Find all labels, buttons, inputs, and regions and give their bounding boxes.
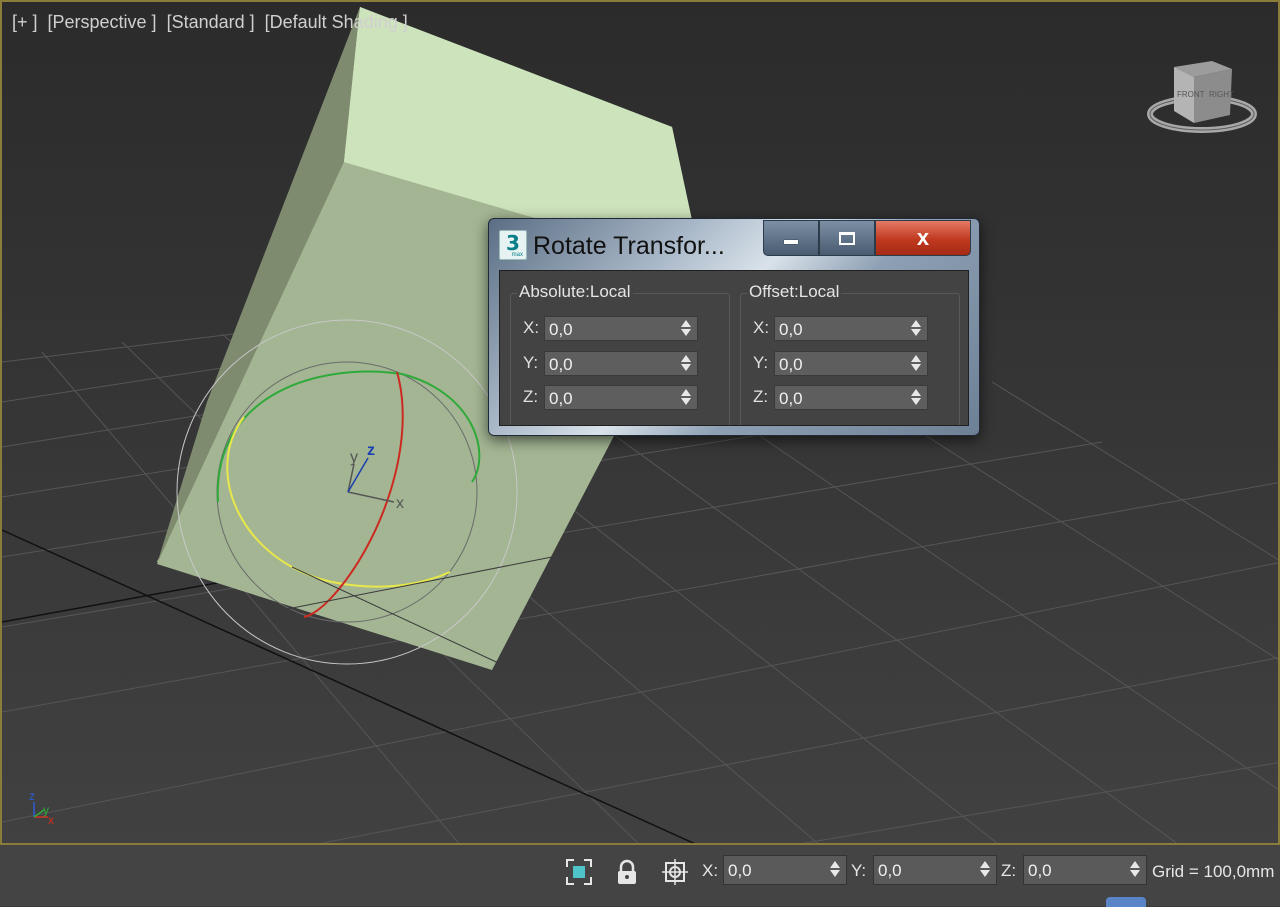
offset-y-spinner[interactable]: 0,0 [774, 351, 928, 376]
absolute-z-value: 0,0 [549, 389, 573, 408]
maximize-icon [839, 231, 855, 245]
viewcube-icon[interactable]: FRONT RIGHT [1142, 57, 1262, 147]
dialog-title: Rotate Transfor... [533, 232, 725, 260]
absolute-y-spinner[interactable]: 0,0 [544, 351, 698, 376]
spinner-arrows-icon[interactable] [830, 861, 840, 879]
absolute-local-group: Absolute:Local X: 0,0 Y: 0,0 Z: 0,0 [510, 282, 730, 425]
absolute-y-label: Y: [523, 353, 539, 372]
world-y-axis-line [2, 581, 223, 623]
grid-size-readout: Grid = 100,0mm [1152, 862, 1275, 881]
viewcube-front-label: FRONT [1177, 90, 1205, 99]
tripod-z-label: z [29, 789, 35, 803]
absolute-z-label: Z: [523, 387, 539, 406]
spinner-arrows-icon[interactable] [911, 389, 921, 407]
status-x-label: X: [702, 861, 719, 880]
minimize-icon [784, 240, 798, 244]
status-y-value: 0,0 [878, 861, 902, 880]
status-y-spinner[interactable]: 0,0 [873, 855, 997, 885]
offset-local-title: Offset:Local [747, 282, 842, 302]
minimize-button[interactable] [763, 220, 819, 256]
offset-y-value: 0,0 [779, 355, 803, 374]
offset-z-value: 0,0 [779, 389, 803, 408]
status-z-value: 0,0 [1028, 861, 1052, 880]
gizmo-z-label: z [367, 442, 375, 459]
gizmo-y-label: y [350, 449, 358, 466]
status-y-label: Y: [851, 861, 867, 880]
spinner-arrows-icon[interactable] [911, 355, 921, 373]
tripod-x-label: x [48, 813, 54, 827]
offset-x-value: 0,0 [779, 320, 803, 339]
spinner-arrows-icon[interactable] [1130, 861, 1140, 879]
spinner-arrows-icon[interactable] [911, 320, 921, 338]
selection-frame-icon[interactable] [565, 858, 593, 886]
status-z-spinner[interactable]: 0,0 [1023, 855, 1147, 885]
status-x-spinner[interactable]: 0,0 [723, 855, 847, 885]
offset-local-group: Offset:Local X: 0,0 Y: 0,0 Z: 0,0 [740, 282, 960, 425]
offset-y-label: Y: [753, 353, 769, 372]
lock-icon[interactable] [613, 858, 641, 886]
offset-z-spinner[interactable]: 0,0 [774, 385, 928, 410]
viewport-plus-menu[interactable]: [+ ] [12, 12, 38, 32]
spinner-arrows-icon[interactable] [681, 389, 691, 407]
maximize-button[interactable] [819, 220, 875, 256]
offset-x-label: X: [753, 318, 770, 337]
viewport-shading-menu[interactable]: [Default Shading ] [265, 12, 408, 32]
viewport-stage-menu[interactable]: [Standard ] [167, 12, 255, 32]
rotate-transform-dialog: 3 max Rotate Transfor... x Absolute:Local… [488, 218, 980, 436]
close-icon: x [916, 225, 930, 250]
absolute-x-spinner[interactable]: 0,0 [544, 316, 698, 341]
spinner-arrows-icon[interactable] [681, 355, 691, 373]
viewport-label-menu: [+ ] [Perspective ] [Standard ] [Default Sh… [12, 12, 418, 33]
status-x-value: 0,0 [728, 861, 752, 880]
absolute-y-value: 0,0 [549, 355, 573, 374]
absolute-z-spinner[interactable]: 0,0 [544, 385, 698, 410]
absolute-x-label: X: [523, 318, 540, 337]
offset-z-label: Z: [753, 387, 769, 406]
spinner-arrows-icon[interactable] [980, 861, 990, 879]
viewcube-right-label: RIGHT [1209, 90, 1234, 99]
status-bar: X: 0,0 Y: 0,0 Z: 0,0 Grid = 100,0mm [0, 845, 1280, 907]
absolute-mode-transform-icon[interactable] [661, 858, 689, 886]
absolute-x-value: 0,0 [549, 320, 573, 339]
app-3dsmax-icon: 3 max [499, 230, 527, 260]
gizmo-x-label: x [396, 495, 404, 512]
dialog-body: Absolute:Local X: 0,0 Y: 0,0 Z: 0,0 Offs… [499, 270, 969, 426]
viewport-pov-menu[interactable]: [Perspective ] [48, 12, 157, 32]
offset-x-spinner[interactable]: 0,0 [774, 316, 928, 341]
axis-tripod-icon: z y x [29, 789, 54, 827]
close-button[interactable]: x [875, 220, 971, 256]
spinner-arrows-icon[interactable] [681, 320, 691, 338]
status-z-label: Z: [1001, 861, 1017, 880]
absolute-local-title: Absolute:Local [517, 282, 633, 302]
